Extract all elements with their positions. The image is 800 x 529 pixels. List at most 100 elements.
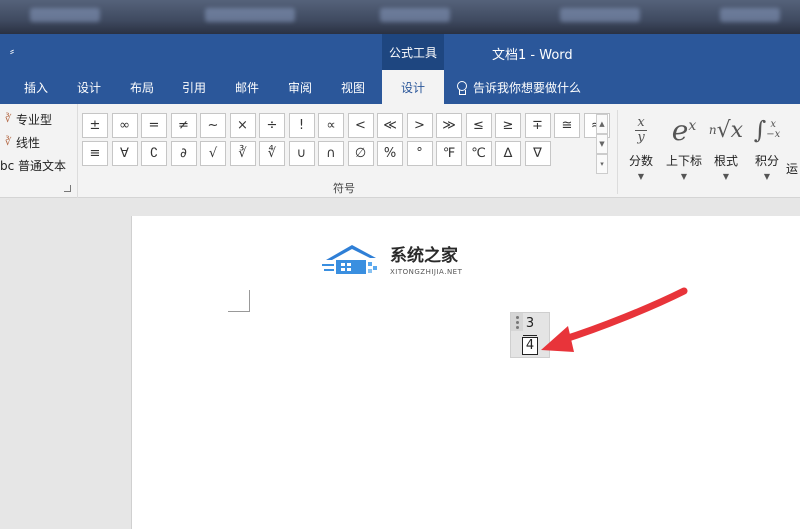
script-icon: ex [671, 113, 697, 147]
taskbar [0, 0, 800, 34]
symbol-button[interactable]: × [229, 113, 256, 138]
symbol-button[interactable]: ≠ [170, 113, 197, 138]
symbol-button[interactable]: ∅ [347, 141, 374, 166]
gallery-more-icon[interactable]: ▾ [596, 154, 608, 174]
ribbon-tabs: 插入 设计 布局 引用 邮件 审阅 视图 设计 告诉我你想要做什么 [0, 70, 800, 104]
equation-container[interactable]: 3 4 [510, 312, 550, 358]
symbol-button[interactable]: ∛ [229, 141, 256, 166]
tab-review[interactable]: 审阅 [288, 79, 312, 96]
gallery-scroll: ▲ ▼ ▾ [596, 114, 608, 174]
symbol-button[interactable]: ∂ [170, 141, 197, 166]
group-divider [617, 110, 618, 194]
professional-button[interactable]: ∛ 专业型 [2, 111, 52, 128]
watermark-subtitle: XITONGZHIJIA.NET [390, 268, 463, 276]
symbol-button[interactable]: ∝ [318, 113, 344, 138]
symbol-button[interactable]: √ [200, 141, 226, 166]
operator-icon [786, 112, 800, 148]
title-bar: ⸗ 公式工具 文档1 - Word [0, 34, 800, 70]
chevron-down-icon: ▼ [763, 172, 771, 181]
fraction-denominator[interactable]: 4 [522, 337, 538, 355]
symbol-button[interactable]: ∩ [318, 141, 344, 166]
context-tab-group: 公式工具 [382, 34, 444, 70]
script-button[interactable]: ex 上下标 ▼ [663, 112, 705, 182]
watermark-text: 系统之家 XITONGZHIJIA.NET [390, 241, 462, 276]
tell-me-box[interactable]: 告诉我你想要做什么 [456, 79, 581, 96]
taskbar-item[interactable] [380, 8, 450, 22]
linear-icon: ∛ [4, 136, 12, 148]
quick-access-icon[interactable]: ⸗ [10, 44, 14, 58]
normal-text-button[interactable]: bc 普通文本 [0, 157, 66, 174]
radical-label: 根式 [713, 154, 738, 168]
taskbar-item[interactable] [560, 8, 640, 22]
symbol-button[interactable]: ≡ [82, 141, 108, 166]
symbol-button[interactable]: ∜ [259, 141, 285, 166]
symbol-button[interactable]: ≤ [465, 113, 492, 138]
symbols-group-label: 符号 [333, 182, 355, 195]
symbol-button[interactable]: = [141, 113, 167, 138]
symbol-button[interactable]: ∁ [141, 141, 167, 166]
tab-design[interactable]: 设计 [77, 79, 101, 96]
symbol-button[interactable]: ∓ [524, 113, 551, 138]
symbol-button[interactable]: ! [288, 113, 315, 138]
normal-text-label: bc 普通文本 [0, 159, 67, 173]
script-label: 上下标 [665, 154, 702, 168]
ribbon: ∛ 专业型 ∛ 线性 bc 普通文本 ±∞=≠~×÷!∝<≪>≫≤≥∓≅≈≡∀∁… [0, 104, 800, 198]
equation-handle-icon[interactable] [511, 313, 523, 331]
fraction-icon: xy [620, 112, 662, 148]
fraction-bar [523, 335, 537, 336]
symbol-button[interactable]: ≫ [436, 113, 462, 138]
taskbar-item[interactable] [205, 8, 295, 22]
symbol-button[interactable]: ∆ [495, 141, 521, 166]
fraction-label: 分数 [628, 154, 653, 168]
symbol-gallery: ±∞=≠~×÷!∝<≪>≫≤≥∓≅≈≡∀∁∂√∛∜∪∩∅%°℉℃∆∇ [82, 113, 610, 166]
integral-icon: ∫ x −x [753, 116, 781, 144]
professional-label: 专业型 [16, 113, 53, 127]
scroll-up-icon[interactable]: ▲ [596, 114, 608, 134]
tab-view[interactable]: 视图 [341, 79, 365, 96]
tab-references[interactable]: 引用 [182, 79, 206, 96]
symbol-button[interactable]: < [347, 113, 374, 138]
page-margin-marker [228, 290, 250, 312]
chevron-down-icon: ▼ [680, 172, 688, 181]
symbol-button[interactable]: ° [406, 141, 433, 166]
document-title: 文档1 - Word [492, 48, 573, 63]
symbol-button[interactable]: ℉ [436, 141, 462, 166]
symbol-button[interactable]: ∇ [524, 141, 551, 166]
symbol-button[interactable]: > [406, 113, 433, 138]
document-page[interactable] [131, 216, 800, 529]
symbol-button[interactable]: ≪ [377, 113, 403, 138]
fraction-numerator[interactable]: 3 [523, 316, 537, 334]
tell-me-text: 告诉我你想要做什么 [473, 81, 582, 95]
lightbulb-icon [456, 80, 467, 95]
taskbar-item[interactable] [30, 8, 100, 22]
tools-group: ∛ 专业型 ∛ 线性 bc 普通文本 [0, 104, 78, 198]
symbol-button[interactable]: ℃ [465, 141, 492, 166]
linear-button[interactable]: ∛ 线性 [2, 134, 40, 151]
watermark-title: 系统之家 [390, 246, 458, 266]
linear-label: 线性 [16, 136, 41, 150]
symbol-button[interactable]: ~ [200, 113, 226, 138]
operator-button[interactable]: 运 [786, 112, 800, 177]
symbol-button[interactable]: ± [82, 113, 108, 138]
taskbar-item[interactable] [720, 8, 780, 22]
fraction-button[interactable]: xy 分数 ▼ [620, 112, 662, 182]
tab-mailings[interactable]: 邮件 [235, 79, 259, 96]
integral-button[interactable]: ∫ x −x 积分 ▼ [746, 112, 788, 181]
symbol-button[interactable]: ≅ [554, 113, 580, 138]
symbol-button[interactable]: ÷ [259, 113, 285, 138]
symbol-button[interactable]: ∀ [111, 141, 138, 166]
scroll-down-icon[interactable]: ▼ [596, 134, 608, 154]
tab-layout[interactable]: 布局 [130, 79, 154, 96]
house-logo-icon [322, 242, 384, 276]
professional-icon: ∛ [4, 113, 12, 125]
symbol-button[interactable]: ∞ [111, 113, 138, 138]
radical-button[interactable]: n √x 根式 ▼ [705, 112, 747, 182]
tab-insert[interactable]: 插入 [24, 79, 48, 96]
dialog-launcher-icon[interactable] [64, 185, 71, 192]
symbol-button[interactable]: ∪ [288, 141, 315, 166]
symbol-button[interactable]: % [377, 141, 403, 166]
tab-equation-design[interactable]: 设计 [382, 70, 444, 104]
operator-label: 运 [786, 162, 799, 176]
symbol-button[interactable]: ≥ [495, 113, 521, 138]
chevron-down-icon: ▼ [722, 172, 730, 181]
